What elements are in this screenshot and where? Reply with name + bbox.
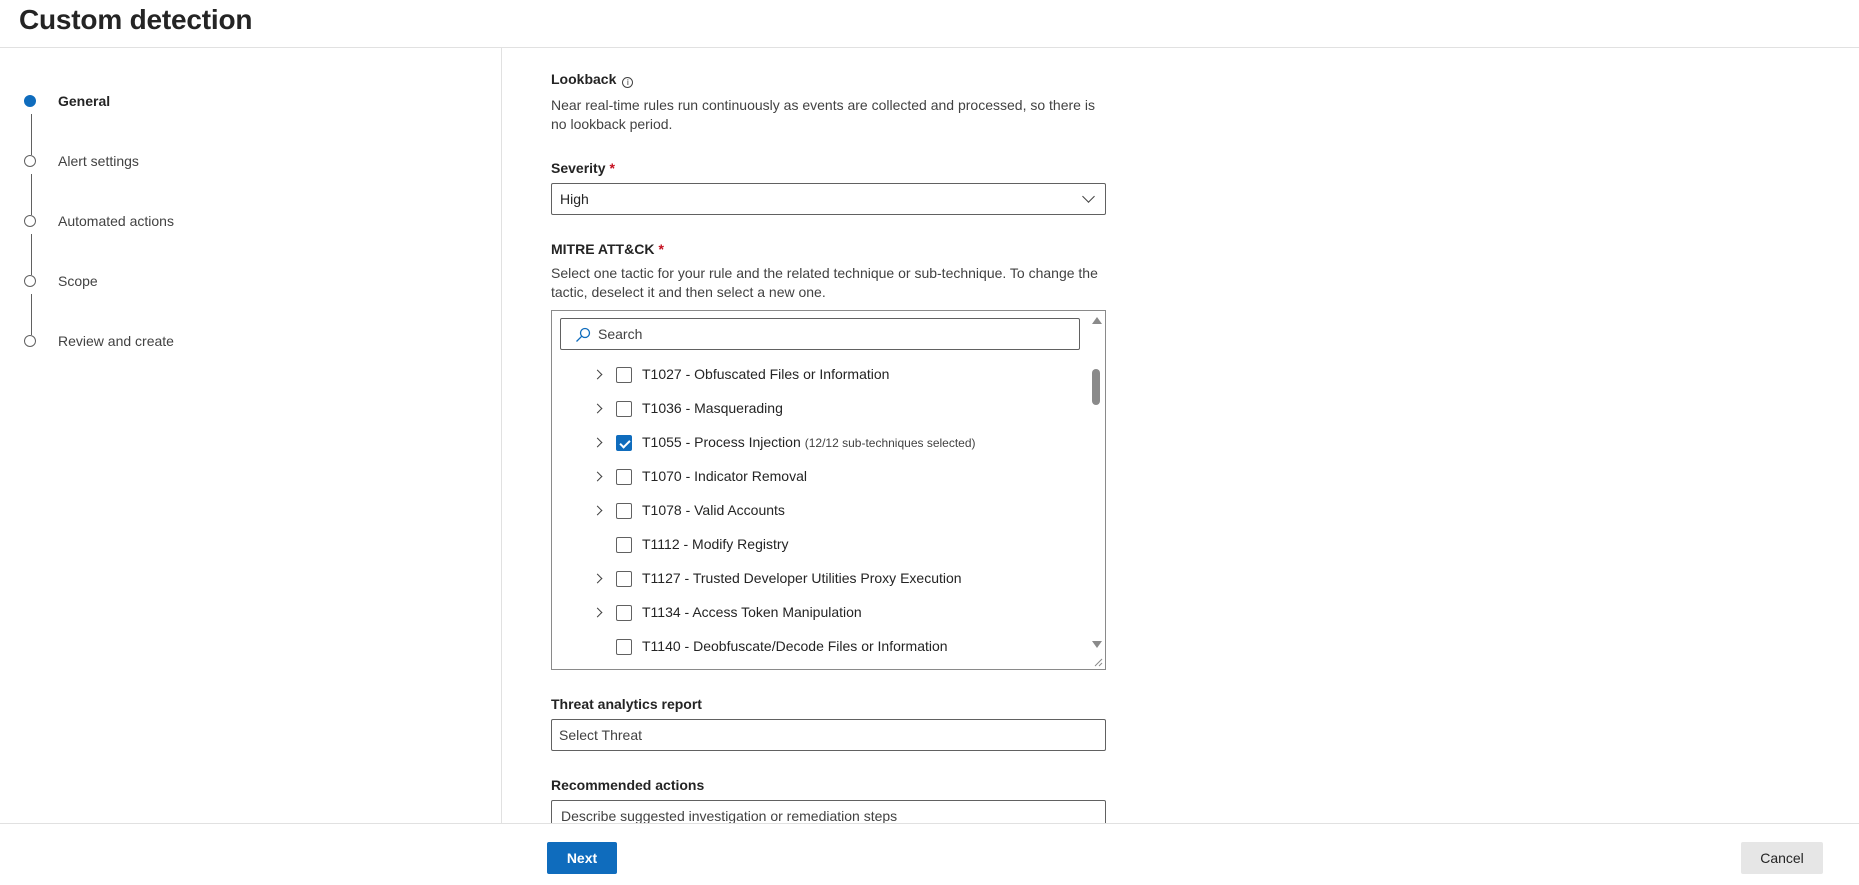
- chevron-right-icon[interactable]: [592, 573, 603, 584]
- technique-label: T1027 - Obfuscated Files or Information: [642, 366, 890, 382]
- severity-label-text: Severity: [551, 160, 606, 176]
- technique-label: T1055 - Process Injection (12/12 sub-tech…: [642, 434, 976, 450]
- severity-dropdown[interactable]: High: [551, 183, 1106, 215]
- scroll-thumb[interactable]: [1092, 369, 1100, 405]
- step-active-indicator: [24, 95, 36, 107]
- technique-label: T1140 - Deobfuscate/Decode Files or Info…: [642, 638, 948, 654]
- chevron-right-icon[interactable]: [592, 505, 603, 516]
- list-scrollbar[interactable]: [1088, 311, 1105, 669]
- technique-row-t1134[interactable]: T1134 - Access Token Manipulation: [552, 596, 1088, 630]
- search-placeholder: Search: [598, 326, 643, 342]
- threat-report-value: Select Threat: [559, 727, 643, 743]
- technique-label: T1078 - Valid Accounts: [642, 502, 785, 518]
- technique-label: T1036 - Masquerading: [642, 400, 783, 416]
- technique-checkbox[interactable]: [616, 469, 632, 485]
- page-title: Custom detection: [19, 4, 253, 35]
- technique-label: T1070 - Indicator Removal: [642, 468, 807, 484]
- technique-checkbox-checked[interactable]: [616, 435, 632, 451]
- required-asterisk: *: [609, 160, 615, 176]
- scroll-up-arrow-icon[interactable]: [1092, 317, 1102, 324]
- step-label: General: [58, 93, 111, 109]
- chevron-right-icon[interactable]: [592, 369, 603, 380]
- wizard-steps-pane: General Alert settings Automated actions…: [0, 48, 502, 823]
- step-connector: [31, 174, 32, 215]
- mitre-description: Select one tactic for your rule and the …: [551, 265, 1098, 300]
- chevron-down-icon: [1082, 190, 1095, 203]
- next-button[interactable]: Next: [547, 842, 617, 874]
- lookback-label: Lookback i: [551, 71, 634, 88]
- technique-label: T1112 - Modify Registry: [642, 536, 789, 552]
- wizard-step-automated-actions[interactable]: Automated actions: [24, 211, 174, 231]
- chevron-right-icon[interactable]: [592, 607, 603, 618]
- step-indicator: [24, 275, 36, 287]
- recommended-actions-placeholder: Describe suggested investigation or reme…: [561, 808, 898, 824]
- step-label: Review and create: [58, 333, 174, 349]
- wizard-step-alert-settings[interactable]: Alert settings: [24, 151, 139, 171]
- technique-row-t1127[interactable]: T1127 - Trusted Developer Utilities Prox…: [552, 562, 1088, 596]
- wizard-footer: Next Cancel: [0, 823, 1859, 885]
- scroll-down-arrow-icon[interactable]: [1092, 641, 1102, 648]
- page-header: Custom detection: [0, 0, 1859, 48]
- technique-checkbox[interactable]: [616, 401, 632, 417]
- info-icon[interactable]: i: [622, 77, 634, 88]
- technique-checkbox[interactable]: [616, 537, 632, 553]
- sub-technique-count: (12/12 sub-techniques selected): [804, 436, 976, 450]
- step-connector: [31, 234, 32, 275]
- cancel-button[interactable]: Cancel: [1741, 842, 1823, 874]
- threat-report-label: Threat analytics report: [551, 696, 702, 712]
- technique-row-t1070[interactable]: T1070 - Indicator Removal: [552, 460, 1088, 494]
- severity-label: Severity *: [551, 160, 615, 176]
- technique-checkbox[interactable]: [616, 639, 632, 655]
- technique-checkbox[interactable]: [616, 571, 632, 587]
- lookback-label-text: Lookback: [551, 71, 617, 87]
- mitre-label: MITRE ATT&CK *: [551, 241, 664, 257]
- search-icon: [576, 327, 591, 342]
- wizard-step-general[interactable]: General: [24, 91, 110, 111]
- step-label: Alert settings: [58, 153, 139, 169]
- mitre-technique-list: Search T1027 - Obfuscated Files or Infor…: [551, 310, 1106, 670]
- technique-row-t1140[interactable]: T1140 - Deobfuscate/Decode Files or Info…: [552, 630, 1088, 664]
- step-label: Scope: [58, 273, 98, 289]
- step-indicator: [24, 155, 36, 167]
- technique-checkbox[interactable]: [616, 367, 632, 383]
- step-indicator: [24, 215, 36, 227]
- technique-label-text: T1055 - Process Injection: [642, 434, 801, 450]
- lookback-description: Near real-time rules run continuously as…: [551, 97, 1095, 132]
- technique-row-t1112[interactable]: T1112 - Modify Registry: [552, 528, 1088, 562]
- wizard-step-review-and-create[interactable]: Review and create: [24, 331, 174, 351]
- chevron-right-icon[interactable]: [592, 437, 603, 448]
- chevron-right-icon[interactable]: [592, 471, 603, 482]
- technique-row-t1078[interactable]: T1078 - Valid Accounts: [552, 494, 1088, 528]
- step-connector: [31, 114, 32, 155]
- recommended-actions-label: Recommended actions: [551, 777, 705, 793]
- technique-label: T1134 - Access Token Manipulation: [642, 604, 862, 620]
- step-label: Automated actions: [58, 213, 174, 229]
- step-connector: [31, 294, 32, 335]
- wizard-step-scope[interactable]: Scope: [24, 271, 98, 291]
- resize-handle-icon[interactable]: [1093, 657, 1103, 667]
- technique-checkbox[interactable]: [616, 605, 632, 621]
- technique-checkbox[interactable]: [616, 503, 632, 519]
- technique-label: T1127 - Trusted Developer Utilities Prox…: [642, 570, 962, 586]
- threat-report-select[interactable]: Select Threat: [551, 719, 1106, 751]
- chevron-right-icon[interactable]: [592, 403, 603, 414]
- severity-value: High: [560, 191, 589, 207]
- step-indicator: [24, 335, 36, 347]
- technique-row-t1055[interactable]: T1055 - Process Injection (12/12 sub-tech…: [552, 426, 1088, 460]
- technique-row-t1036[interactable]: T1036 - Masquerading: [552, 392, 1088, 426]
- technique-row-t1027[interactable]: T1027 - Obfuscated Files or Information: [552, 358, 1088, 392]
- required-asterisk: *: [658, 241, 664, 257]
- mitre-search-input[interactable]: Search: [560, 318, 1080, 350]
- mitre-label-text: MITRE ATT&CK: [551, 241, 655, 257]
